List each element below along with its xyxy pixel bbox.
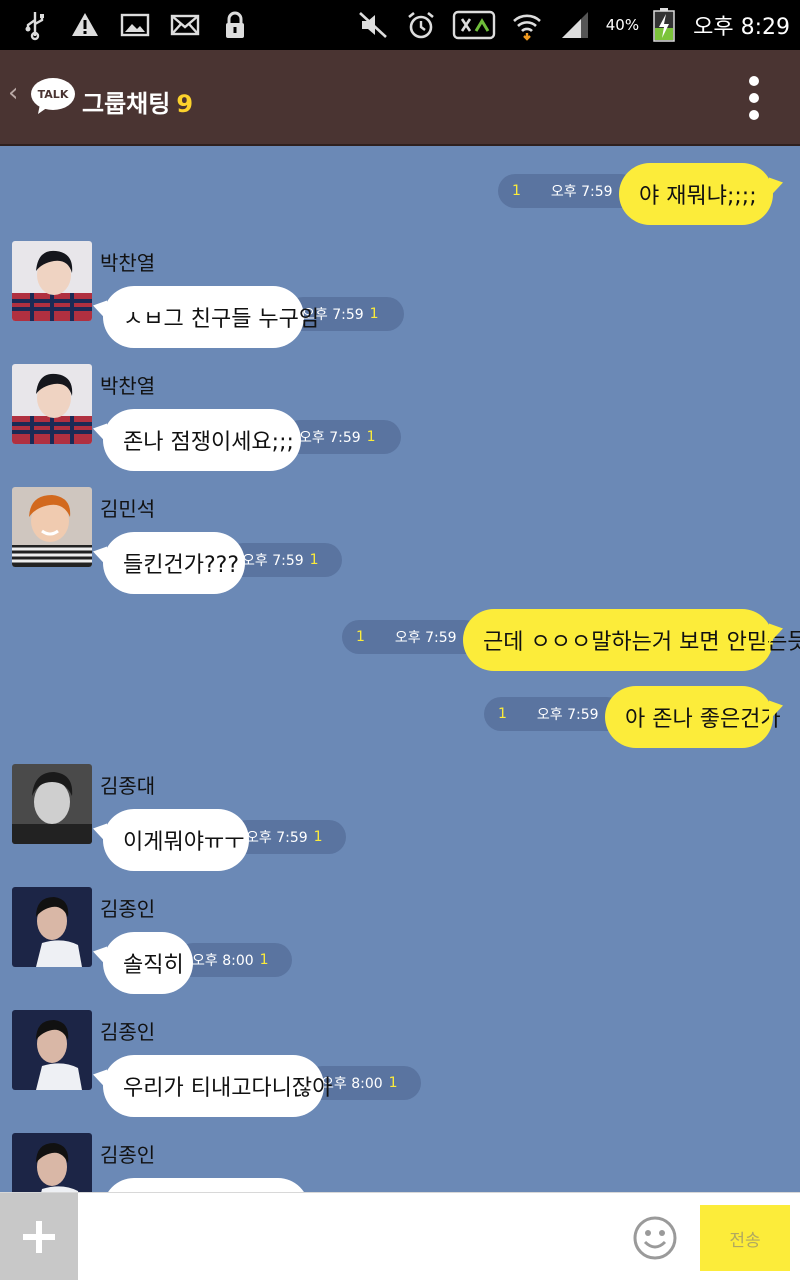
mail-icon [168, 8, 202, 42]
plus-icon [23, 1234, 55, 1240]
chat-header: ‹ TALK 그룹채팅 9 [0, 50, 800, 146]
avatar-kim-jongin[interactable] [12, 1010, 92, 1090]
message-text: 아 존나 좋은건가 [625, 707, 781, 732]
avatar-kim-jongin[interactable] [12, 887, 92, 967]
menu-dot-icon [749, 76, 759, 86]
message-text: ㅅㅂ그 친구들 누구임 [123, 307, 320, 332]
message-bubble-outgoing[interactable]: 아 존나 좋은건가 [605, 686, 781, 748]
sender-name: 김민석 [100, 497, 156, 521]
member-count: 9 [176, 90, 194, 118]
avatar-kim-jongin[interactable] [12, 1133, 92, 1192]
message-input-bar: 전송 [0, 1192, 800, 1280]
unread-count: 1 [388, 1075, 398, 1091]
message-meta: 1 오후 7:59 [498, 174, 638, 208]
status-bar: 40% 오후 8:29 [0, 0, 800, 50]
message-meta: 1 오후 7:59 [342, 620, 482, 654]
overflow-menu-button[interactable] [744, 76, 764, 120]
battery-percent: 40% [605, 16, 640, 34]
attach-plus-button[interactable] [0, 1193, 78, 1280]
sender-name: 김종인 [100, 1020, 156, 1044]
status-clock: 오후 8:29 [693, 15, 790, 40]
chat-area[interactable]: 1 오후 7:59 야 재뭐냐;;;; 박찬열 오후 7:59 1 ㅅㅂ그 친구… [0, 146, 800, 1192]
talk-logo-text: TALK [38, 88, 69, 101]
sender-name: 박찬열 [100, 251, 156, 275]
send-button[interactable]: 전송 [700, 1205, 790, 1271]
chat-title: 그룹채팅 9 [82, 84, 193, 119]
status-right-icons: 40% 오후 8:29 [356, 8, 790, 42]
message-bubble-outgoing[interactable]: 근데 ㅇㅇㅇ말하는거 보면 안믿는듯 [463, 609, 800, 671]
battery-icon [653, 8, 675, 42]
message-time: 오후 7:59 [394, 630, 457, 646]
message-bubble-incoming[interactable]: 들킨건가??? [103, 532, 245, 594]
message-time: 오후 7:59 [299, 430, 361, 446]
message-bubble-incoming[interactable]: ㅅㅂ그 친구들 누구임 [103, 286, 319, 348]
status-left-icons [18, 8, 252, 42]
message-bubble-incoming[interactable]: 우리가 티내고다니잖아 [103, 1055, 332, 1117]
message-time: 오후 7:59 [246, 830, 308, 846]
message-text: 근데 ㅇㅇㅇ말하는거 보면 안믿는듯 [483, 630, 800, 655]
emoticon-button[interactable] [632, 1215, 678, 1261]
avatar-kim-jongdae[interactable] [12, 764, 92, 844]
usb-icon [18, 8, 52, 42]
message-meta: 1 오후 7:59 [484, 697, 624, 731]
unread-count: 1 [498, 706, 507, 722]
message-text: 야 재뭐냐;;;; [639, 184, 757, 209]
unread-count: 1 [512, 183, 521, 199]
message-time: 오후 7:59 [550, 184, 613, 200]
lock-icon [218, 8, 252, 42]
unread-count: 1 [356, 629, 365, 645]
alarm-icon [404, 8, 438, 42]
smiley-icon [633, 1216, 677, 1260]
message-text: 솔직히 [123, 953, 184, 978]
sender-name: 김종인 [100, 1143, 156, 1167]
unread-count: 1 [313, 829, 323, 845]
avatar-kim-minseok[interactable] [12, 487, 92, 567]
mute-icon [356, 8, 390, 42]
app-icon [452, 8, 496, 42]
sender-name: 박찬열 [100, 374, 156, 398]
unread-count: 1 [259, 952, 269, 968]
avatar-park-chanyeol[interactable] [12, 364, 92, 444]
message-time: 오후 8:00 [192, 953, 254, 969]
avatar-park-chanyeol[interactable] [12, 241, 92, 321]
message-time: 오후 7:59 [242, 553, 304, 569]
message-text: 우리가 티내고다니잖아 [123, 1076, 333, 1101]
warning-icon [68, 8, 102, 42]
message-text: 들킨건가??? [123, 553, 239, 578]
message-text: 이게뭐야ㅠㅜ [123, 830, 245, 855]
wifi-icon [510, 8, 544, 42]
message-bubble-incoming[interactable]: 솔직히 [103, 932, 193, 994]
message-meta: 오후 8:00 1 [176, 943, 292, 977]
message-input[interactable] [90, 1203, 610, 1271]
message-bubble-incoming[interactable] [103, 1178, 309, 1192]
back-chevron-icon[interactable]: ‹ [8, 78, 18, 108]
message-bubble-incoming[interactable]: 이게뭐야ㅠㅜ [103, 809, 249, 871]
signal-icon [558, 8, 592, 42]
sender-name: 김종인 [100, 897, 156, 921]
image-icon [118, 8, 152, 42]
unread-count: 1 [309, 552, 319, 568]
message-text: 존나 점쟁이세요;;; [123, 430, 294, 455]
menu-dot-icon [749, 110, 759, 120]
unread-count: 1 [369, 306, 379, 322]
unread-count: 1 [366, 429, 376, 445]
chat-title-text: 그룹채팅 [82, 90, 171, 118]
message-bubble-outgoing[interactable]: 야 재뭐냐;;;; [619, 163, 773, 225]
message-time: 오후 7:59 [536, 707, 599, 723]
message-bubble-incoming[interactable]: 존나 점쟁이세요;;; [103, 409, 301, 471]
kakaotalk-logo[interactable]: TALK [30, 76, 76, 116]
menu-dot-icon [749, 93, 759, 103]
sender-name: 김종대 [100, 774, 156, 798]
